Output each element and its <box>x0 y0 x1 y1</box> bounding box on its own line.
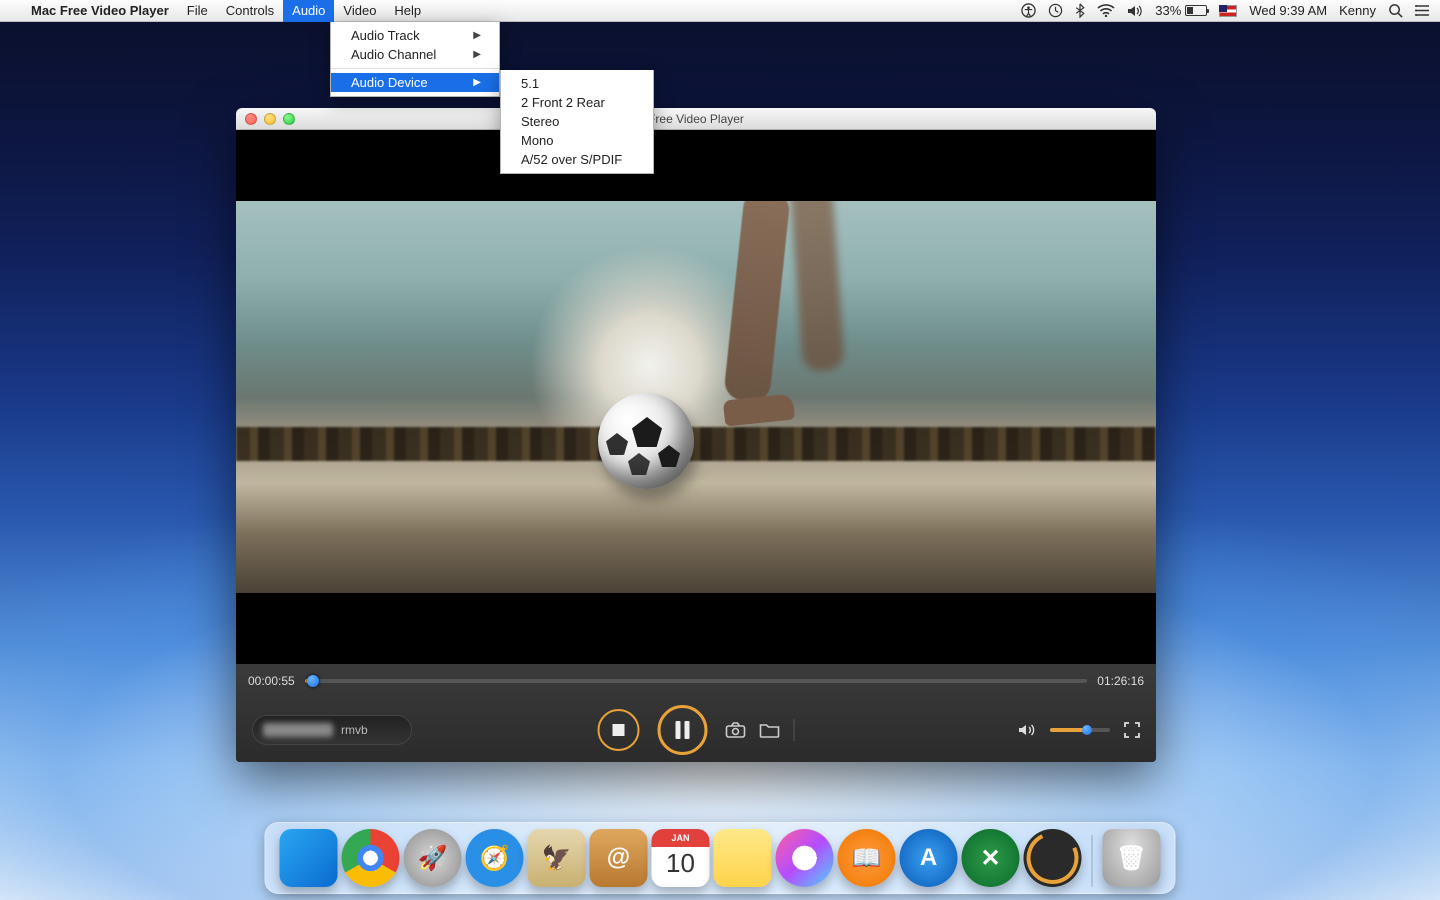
audio-device-5-1[interactable]: 5.1 <box>501 74 653 93</box>
volume-icon[interactable] <box>1127 4 1143 18</box>
notification-center-icon[interactable] <box>1415 4 1430 17</box>
stop-icon <box>613 724 625 736</box>
now-playing-pill[interactable]: rmvb <box>252 715 412 745</box>
dock-app-orange-ring[interactable] <box>1024 829 1082 887</box>
dock-contacts[interactable]: @ <box>590 829 648 887</box>
battery-icon <box>1185 5 1207 16</box>
window-title: Free Video Player <box>236 112 1156 126</box>
time-elapsed: 00:00:55 <box>248 674 295 688</box>
video-frame <box>236 201 1156 593</box>
seek-knob[interactable] <box>307 675 319 687</box>
menu-audio-track[interactable]: Audio Track▶ <box>331 26 499 45</box>
calendar-day-label: 10 <box>666 848 695 879</box>
audio-device-2front2rear[interactable]: 2 Front 2 Rear <box>501 93 653 112</box>
video-viewport[interactable] <box>236 130 1156 664</box>
menu-help[interactable]: Help <box>385 0 430 22</box>
mute-button[interactable] <box>1018 722 1036 738</box>
menubar-right: 33% Wed 9:39 AM Kenny <box>1021 3 1430 18</box>
player-titlebar[interactable]: Free Video Player <box>236 108 1156 130</box>
dock-chrome[interactable] <box>342 829 400 887</box>
audio-device-stereo[interactable]: Stereo <box>501 112 653 131</box>
wifi-icon[interactable] <box>1097 4 1115 17</box>
player-window: Free Video Player 00:00:55 01:26:16 rmvb <box>236 108 1156 762</box>
menubar-user[interactable]: Kenny <box>1339 3 1376 18</box>
fullscreen-button[interactable] <box>1124 722 1140 738</box>
accessibility-icon[interactable] <box>1021 3 1036 18</box>
snapshot-button[interactable] <box>726 722 746 738</box>
menu-file[interactable]: File <box>178 0 217 22</box>
menubar-clock[interactable]: Wed 9:39 AM <box>1249 3 1327 18</box>
battery-status[interactable]: 33% <box>1155 3 1207 18</box>
menu-app-name[interactable]: Mac Free Video Player <box>22 0 178 22</box>
open-file-button[interactable] <box>760 722 780 738</box>
menu-controls[interactable]: Controls <box>217 0 283 22</box>
volume-slider[interactable] <box>1050 728 1110 732</box>
now-playing-extension: rmvb <box>341 723 368 737</box>
window-close-button[interactable] <box>245 113 257 125</box>
audio-device-mono[interactable]: Mono <box>501 131 653 150</box>
volume-knob[interactable] <box>1082 725 1092 735</box>
dock-calendar[interactable]: JAN 10 <box>652 829 710 887</box>
dock-separator <box>1092 835 1093 887</box>
dock-itunes[interactable]: ♫ <box>776 829 834 887</box>
menubar: Mac Free Video Player File Controls Audi… <box>0 0 1440 22</box>
dock-notes[interactable] <box>714 829 772 887</box>
dock-safari[interactable]: 🧭 <box>466 829 524 887</box>
audio-dropdown: Audio Track▶ Audio Channel▶ Audio Device… <box>330 22 500 97</box>
seek-bar[interactable] <box>305 679 1088 683</box>
calendar-month-label: JAN <box>652 829 710 847</box>
menu-audio[interactable]: Audio <box>283 0 334 22</box>
player-controls: 00:00:55 01:26:16 rmvb <box>236 664 1156 762</box>
audio-device-a52spdif[interactable]: A/52 over S/PDIF <box>501 150 653 169</box>
battery-percent-label: 33% <box>1155 3 1181 18</box>
dock: 🚀 🧭 🦅 @ JAN 10 ♫ 📖 A ✕ 🗑 <box>265 822 1176 894</box>
separator <box>794 719 795 741</box>
now-playing-filename-obscured <box>263 723 333 737</box>
pause-button[interactable] <box>658 705 708 755</box>
dock-launchpad[interactable]: 🚀 <box>404 829 462 887</box>
dock-finder[interactable] <box>280 829 338 887</box>
stop-button[interactable] <box>598 709 640 751</box>
audio-device-submenu: 5.1 2 Front 2 Rear Stereo Mono A/52 over… <box>500 70 654 174</box>
dock-appstore[interactable]: A <box>900 829 958 887</box>
menu-audio-device[interactable]: Audio Device▶ <box>331 73 499 92</box>
menu-video[interactable]: Video <box>334 0 385 22</box>
dock-ibooks[interactable]: 📖 <box>838 829 896 887</box>
bluetooth-icon[interactable] <box>1075 3 1085 18</box>
menu-audio-channel[interactable]: Audio Channel▶ <box>331 45 499 64</box>
input-source-flag-icon[interactable] <box>1219 5 1237 17</box>
dock-trash[interactable]: 🗑 <box>1103 829 1161 887</box>
spotlight-icon[interactable] <box>1388 3 1403 18</box>
timemachine-icon[interactable] <box>1048 3 1063 18</box>
window-zoom-button[interactable] <box>283 113 295 125</box>
time-total: 01:26:16 <box>1097 674 1144 688</box>
dock-mail[interactable]: 🦅 <box>528 829 586 887</box>
pause-icon <box>676 721 690 739</box>
window-minimize-button[interactable] <box>264 113 276 125</box>
dock-app-green-x[interactable]: ✕ <box>962 829 1020 887</box>
